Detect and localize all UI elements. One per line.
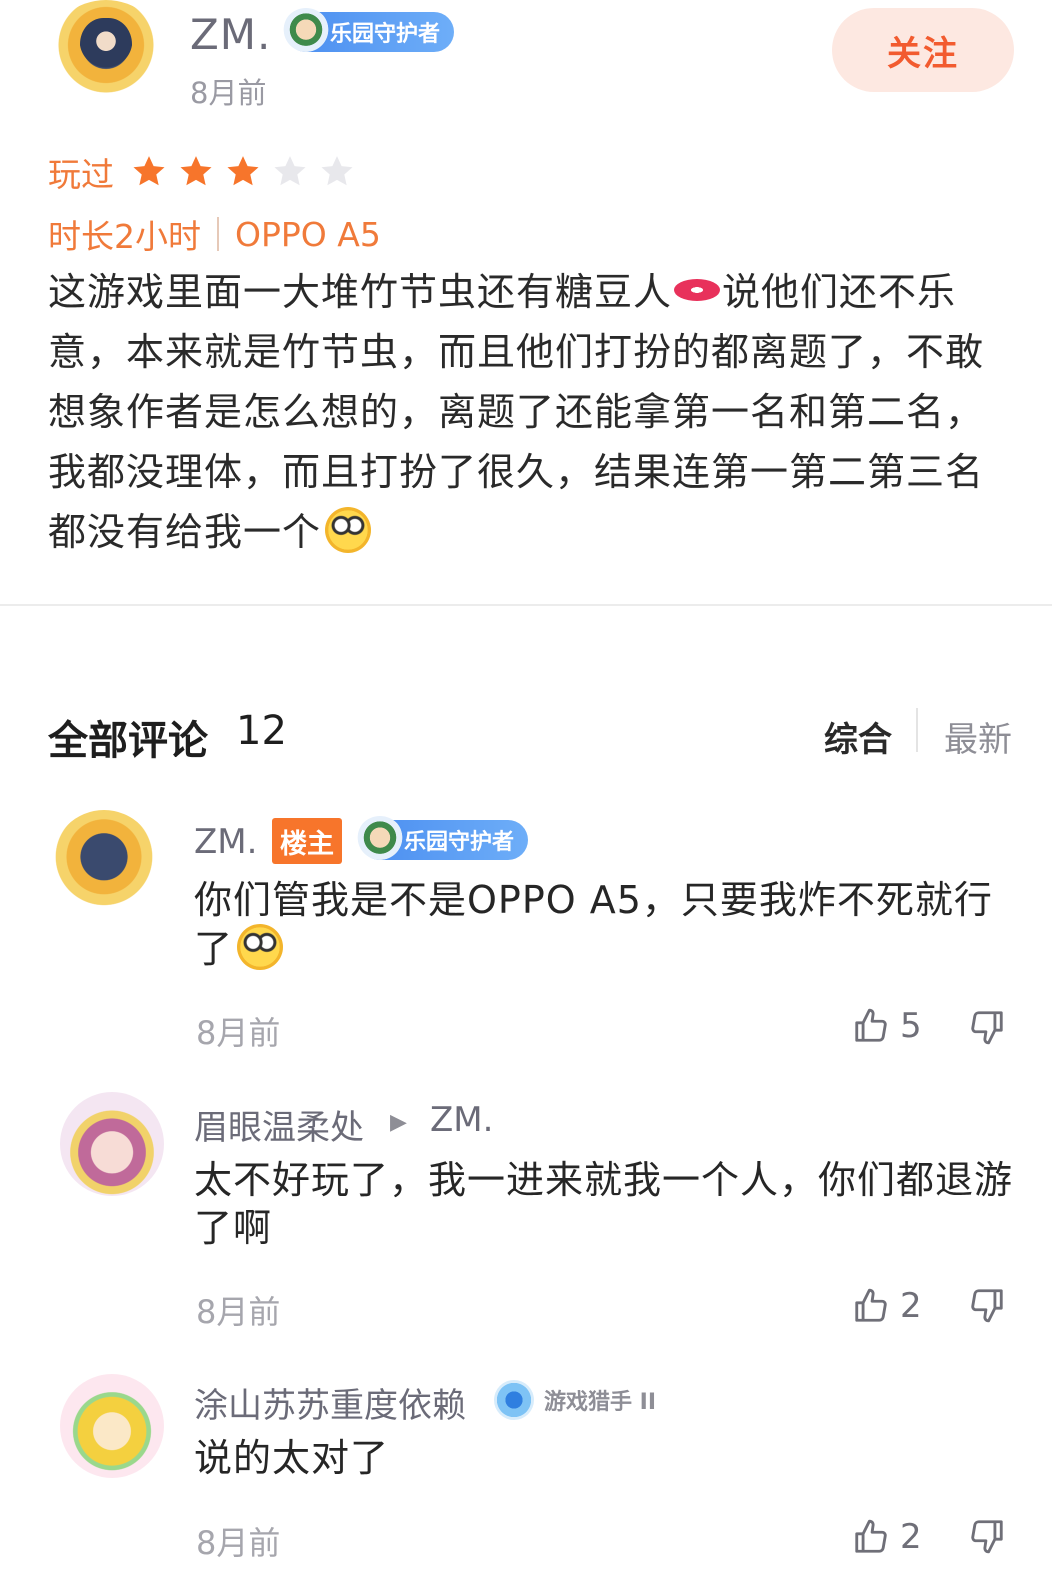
comment-time: 8月前 [196,1014,281,1052]
owner-tag: 楼主 [272,818,342,864]
guardian-badge-label: 乐园守护者 [404,830,515,855]
thumbs-down-icon [971,1520,1003,1554]
guardian-badge: 乐园守护者 [356,816,529,864]
author-name[interactable]: ZM. [190,10,271,59]
like-count: 2 [900,1286,922,1326]
guardian-badge-icon [282,8,330,56]
rating-stars [130,153,365,191]
commenter-avatar[interactable] [60,1374,164,1478]
comment-text-content: 你们管我是不是OPPO A5，只要我炸不死就行了 [194,878,993,971]
section-divider [0,604,1052,606]
like-button[interactable]: 5 [852,1006,922,1046]
comment-text: 太不好玩了，我一进来就我一个人，你们都退游了啊 [194,1158,1014,1250]
game-hunter-badge: 游戏猎手 II [494,1380,656,1420]
eye-roll-emoji-icon [237,924,284,970]
sort-combined-tab[interactable]: 综合 [824,712,892,761]
thumbs-up-icon [855,1288,887,1322]
commenter-name[interactable]: ZM. [194,822,257,862]
commenter-avatar[interactable] [52,810,156,914]
like-count: 5 [900,1006,922,1046]
dislike-button[interactable] [968,1286,1006,1328]
commenter-name[interactable]: 涂山苏苏重度依赖 [194,1378,466,1427]
play-meta: 时长2小时 OPPO A5 [48,210,381,258]
star-icon [321,156,353,186]
follow-button[interactable]: 关注 [832,8,1014,92]
comment-time: 8月前 [196,1524,281,1562]
comment-text: 说的太对了 [194,1436,390,1480]
star-icon [227,156,259,186]
guardian-badge: 乐园守护者 [282,8,455,56]
game-hunter-badge-icon [494,1380,534,1420]
play-duration: 时长2小时 [48,217,201,256]
star-icon [274,156,306,186]
commenter-avatar[interactable] [60,1092,164,1196]
dislike-button[interactable] [968,1008,1006,1050]
reply-to-name[interactable]: ZM. [430,1100,493,1140]
reply-arrow-icon: ▶ [390,1110,407,1135]
lips-emoji-icon [674,279,721,301]
post-time: 8月前 [190,76,267,110]
guardian-badge-icon [356,816,404,864]
like-count: 2 [900,1517,922,1557]
comment-time: 8月前 [196,1293,281,1331]
rating-row: 玩过 [48,148,365,196]
commenter-name[interactable]: 眉眼温柔处 [194,1100,364,1149]
star-icon [180,156,212,186]
comment-text: 你们管我是不是OPPO A5，只要我炸不死就行了 [194,876,1014,973]
sort-newest-tab[interactable]: 最新 [944,712,1012,761]
thumbs-up-icon [855,1008,887,1042]
played-label: 玩过 [48,155,114,194]
meta-divider [217,217,219,251]
game-hunter-badge-label: 游戏猎手 II [544,1390,657,1415]
like-button[interactable]: 2 [852,1286,922,1326]
star-icon [133,156,165,186]
review-page: ZM. 乐园守护者 8月前 关注 玩过 时长2小时 OPPO A5 这游戏里面一… [0,0,1052,1596]
sort-divider [916,708,918,752]
review-body: 这游戏里面一大堆竹节虫还有糖豆人 说他们还不乐意，本来就是竹节虫，而且他们打扮的都… [48,262,1013,562]
author-avatar[interactable] [50,0,162,100]
comments-count: 12 [236,708,287,754]
device-name: OPPO A5 [235,214,381,254]
thumbs-down-icon [971,1011,1003,1045]
guardian-badge-label: 乐园守护者 [330,22,441,47]
like-button[interactable]: 2 [852,1517,922,1557]
thumbs-up-icon [855,1519,887,1553]
eye-roll-emoji-icon [325,507,372,553]
thumbs-down-icon [971,1289,1003,1323]
comments-title: 全部评论 [48,718,208,764]
dislike-button[interactable] [968,1517,1006,1559]
review-text-part1: 这游戏里面一大堆竹节虫还有糖豆人 [48,270,673,314]
